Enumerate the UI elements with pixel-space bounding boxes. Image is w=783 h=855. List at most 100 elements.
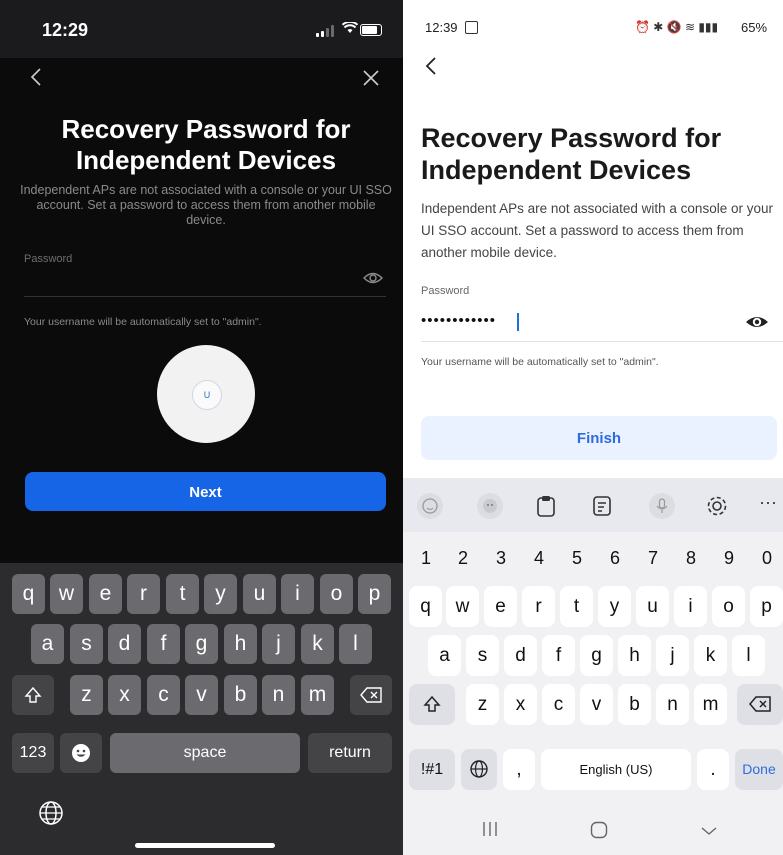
backspace-key[interactable] [350,675,392,715]
key[interactable]: l [339,624,372,664]
key[interactable]: k [694,635,727,676]
key[interactable]: 2 [446,538,480,579]
key[interactable]: p [750,586,783,627]
key[interactable]: w [446,586,479,627]
key[interactable]: a [428,635,461,676]
comma-key[interactable]: , [503,749,535,790]
key[interactable]: v [185,675,218,715]
key[interactable]: 1 [409,538,443,579]
key[interactable]: w [50,574,83,614]
nav-back-icon[interactable] [700,821,718,842]
key[interactable]: x [504,684,537,725]
settings-icon[interactable] [706,495,728,522]
key[interactable]: f [147,624,180,664]
key[interactable]: h [618,635,651,676]
key[interactable]: t [560,586,593,627]
key[interactable]: z [466,684,499,725]
eye-icon[interactable] [363,268,383,288]
password-label: Password [24,253,73,265]
key[interactable]: d [504,635,537,676]
period-key[interactable]: . [697,749,729,790]
key[interactable]: j [262,624,295,664]
key[interactable]: z [70,675,103,715]
key[interactable]: u [636,586,669,627]
clipboard-icon[interactable] [536,495,556,522]
key[interactable]: h [224,624,257,664]
key[interactable]: c [542,684,575,725]
done-key[interactable]: Done [735,749,783,790]
key[interactable]: y [598,586,631,627]
key[interactable]: b [618,684,651,725]
password-input[interactable]: •••••••••••• [421,312,496,329]
home-indicator[interactable] [135,843,275,848]
key[interactable]: i [281,574,314,614]
key[interactable]: e [484,586,517,627]
shift-key[interactable] [409,684,455,725]
key[interactable]: a [31,624,64,664]
key[interactable]: u [243,574,276,614]
numbers-key[interactable]: 123 [12,733,54,773]
symbols-key[interactable]: !#1 [409,749,455,790]
key[interactable]: 7 [636,538,670,579]
eye-icon[interactable] [745,312,769,332]
key[interactable]: e [89,574,122,614]
space-key[interactable]: English (US) [541,749,691,790]
key[interactable]: l [732,635,765,676]
emoji-icon [72,744,90,762]
key[interactable]: m [694,684,727,725]
key[interactable]: o [320,574,353,614]
emoji-key[interactable] [60,733,102,773]
next-button[interactable]: Next [25,472,386,511]
more-icon[interactable]: ··· [759,492,777,513]
globe-icon[interactable] [38,800,64,826]
key[interactable]: k [301,624,334,664]
key[interactable]: 5 [560,538,594,579]
sticker-icon[interactable] [477,493,503,519]
password-field[interactable] [24,266,354,292]
key[interactable]: d [108,624,141,664]
key[interactable]: 9 [712,538,746,579]
key[interactable]: c [147,675,180,715]
key[interactable]: o [712,586,745,627]
key[interactable]: g [185,624,218,664]
back-chevron-icon[interactable] [30,66,42,94]
key[interactable]: v [580,684,613,725]
key[interactable]: m [301,675,334,715]
key[interactable]: r [522,586,555,627]
space-key[interactable]: space [110,733,300,773]
key[interactable]: y [204,574,237,614]
key[interactable]: b [224,675,257,715]
key[interactable]: s [70,624,103,664]
key[interactable]: p [358,574,391,614]
shift-key[interactable] [12,675,54,715]
key[interactable]: t [166,574,199,614]
key[interactable]: g [580,635,613,676]
key[interactable]: 4 [522,538,556,579]
key[interactable]: n [262,675,295,715]
key[interactable]: j [656,635,689,676]
finish-button[interactable]: Finish [421,416,777,460]
home-icon[interactable] [590,821,608,844]
key[interactable]: q [409,586,442,627]
text-mode-icon[interactable] [592,495,612,522]
language-key[interactable] [461,749,497,790]
key[interactable]: s [466,635,499,676]
backspace-key[interactable] [737,684,783,725]
back-arrow-icon[interactable] [425,56,437,82]
close-icon[interactable] [362,66,380,94]
key[interactable]: 0 [750,538,783,579]
ios-keyboard: q w e r t y u i o p a s d f g h j k l z … [0,563,403,855]
key[interactable]: x [108,675,141,715]
mic-icon[interactable] [649,493,675,519]
key[interactable]: i [674,586,707,627]
key[interactable]: 8 [674,538,708,579]
recent-apps-icon[interactable] [481,821,499,842]
key[interactable]: f [542,635,575,676]
key[interactable]: 6 [598,538,632,579]
key[interactable]: n [656,684,689,725]
key[interactable]: 3 [484,538,518,579]
emoji-icon[interactable] [417,493,443,519]
key[interactable]: r [127,574,160,614]
return-key[interactable]: return [308,733,392,773]
key[interactable]: q [12,574,45,614]
